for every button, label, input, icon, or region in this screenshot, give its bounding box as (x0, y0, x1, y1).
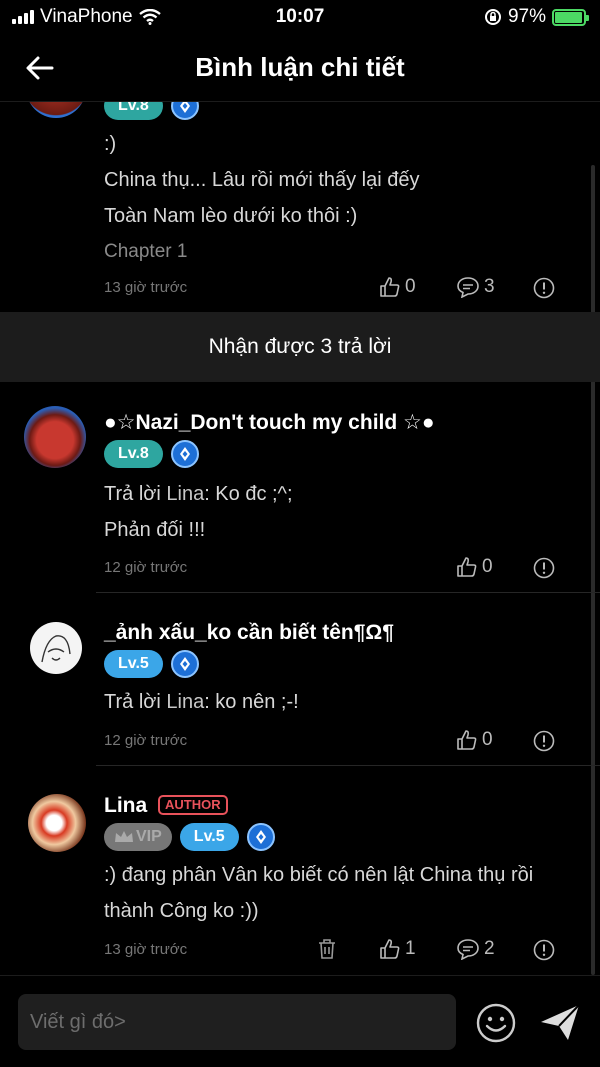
emoji-icon[interactable] (475, 1002, 517, 1044)
chapter-label[interactable]: Chapter 1 (104, 241, 187, 263)
reply-item: _ảnh xấu_ko cần biết tên¶Ω¶ Lv.5 Trả lời… (0, 593, 600, 765)
like-button[interactable]: 0 (456, 556, 493, 578)
author-tag: AUTHOR (158, 795, 228, 815)
rank-icon (246, 823, 275, 851)
like-count: 1 (405, 938, 416, 959)
thumbs-up-icon (457, 557, 477, 577)
comment-time: 12 giờ trước (104, 559, 188, 576)
level-badge: Lv.5 (179, 823, 239, 851)
reply-text-line: :) đang phân Vân ko biết có nên lật Chin… (104, 864, 534, 886)
chat-bubble-icon (457, 277, 479, 298)
thumbs-up-icon (380, 277, 400, 297)
header: Bình luận chi tiết (0, 34, 600, 102)
send-icon[interactable] (538, 1000, 582, 1044)
level-badge: Lv.5 (104, 650, 163, 678)
comment-composer (0, 975, 600, 1067)
reply-item: ●☆Nazi_Don't touch my child ☆● Lv.8 Trả … (0, 382, 600, 592)
reply-item: Lina AUTHOR VIP Lv.5 :) đang phân Vân ko… (0, 766, 600, 975)
level-badge: Lv.8 (104, 440, 163, 468)
comment-text-line: China thụ... Lâu rồi mới thấy lại đếy (104, 169, 420, 191)
comment-input[interactable] (18, 994, 456, 1050)
comment-time: 13 giờ trước (104, 941, 188, 958)
rank-icon (170, 650, 199, 678)
like-button[interactable]: 1 (379, 938, 416, 960)
like-count: 0 (482, 556, 493, 577)
vip-badge: VIP (104, 823, 172, 851)
reply-text-line: Phản đối !!! (104, 519, 206, 541)
replies-count-bar: Nhận được 3 trả lời (0, 312, 600, 382)
comment-text-line: :) (104, 133, 117, 155)
crown-icon (115, 831, 133, 842)
avatar[interactable] (30, 622, 82, 674)
reply-button[interactable]: 2 (456, 938, 495, 960)
thumbs-up-icon (457, 730, 477, 750)
username[interactable]: ●☆Nazi_Don't touch my child ☆● (104, 410, 435, 435)
avatar[interactable] (28, 794, 86, 852)
reply-text: Trả lời Lina: ko nên ;-! (104, 691, 299, 713)
username[interactable]: Lina (104, 794, 147, 818)
reply-to-name[interactable]: Lina (166, 691, 204, 713)
chat-bubble-icon (457, 939, 479, 960)
reply-count: 2 (484, 938, 495, 959)
reply-text-line: thành Công ko :)) (104, 900, 259, 922)
like-count: 0 (405, 276, 416, 297)
reply-count: 3 (484, 276, 495, 297)
comment-time: 13 giờ trước (104, 279, 188, 296)
page-title: Bình luận chi tiết (195, 52, 405, 82)
trash-icon[interactable] (317, 938, 337, 960)
comment-time: 12 giờ trước (104, 732, 188, 749)
like-button[interactable]: 0 (456, 729, 493, 751)
rank-icon (170, 440, 199, 468)
report-icon[interactable] (533, 557, 555, 579)
reply-text: Trả lời Lina: Ko đc ;^; (104, 483, 293, 505)
reply-to-name[interactable]: Lina (166, 483, 204, 505)
report-icon[interactable] (533, 939, 555, 961)
like-count: 0 (482, 729, 493, 750)
like-button[interactable]: 0 (379, 276, 416, 298)
report-icon[interactable] (533, 277, 555, 299)
thumbs-up-icon (380, 939, 400, 959)
comment-text-line: Toàn Nam lèo dưới ko thôi :) (104, 205, 358, 227)
report-icon[interactable] (533, 730, 555, 752)
username[interactable]: _ảnh xấu_ko cần biết tên¶Ω¶ (104, 621, 394, 645)
avatar[interactable] (24, 406, 86, 468)
reply-button[interactable]: 3 (456, 276, 495, 298)
